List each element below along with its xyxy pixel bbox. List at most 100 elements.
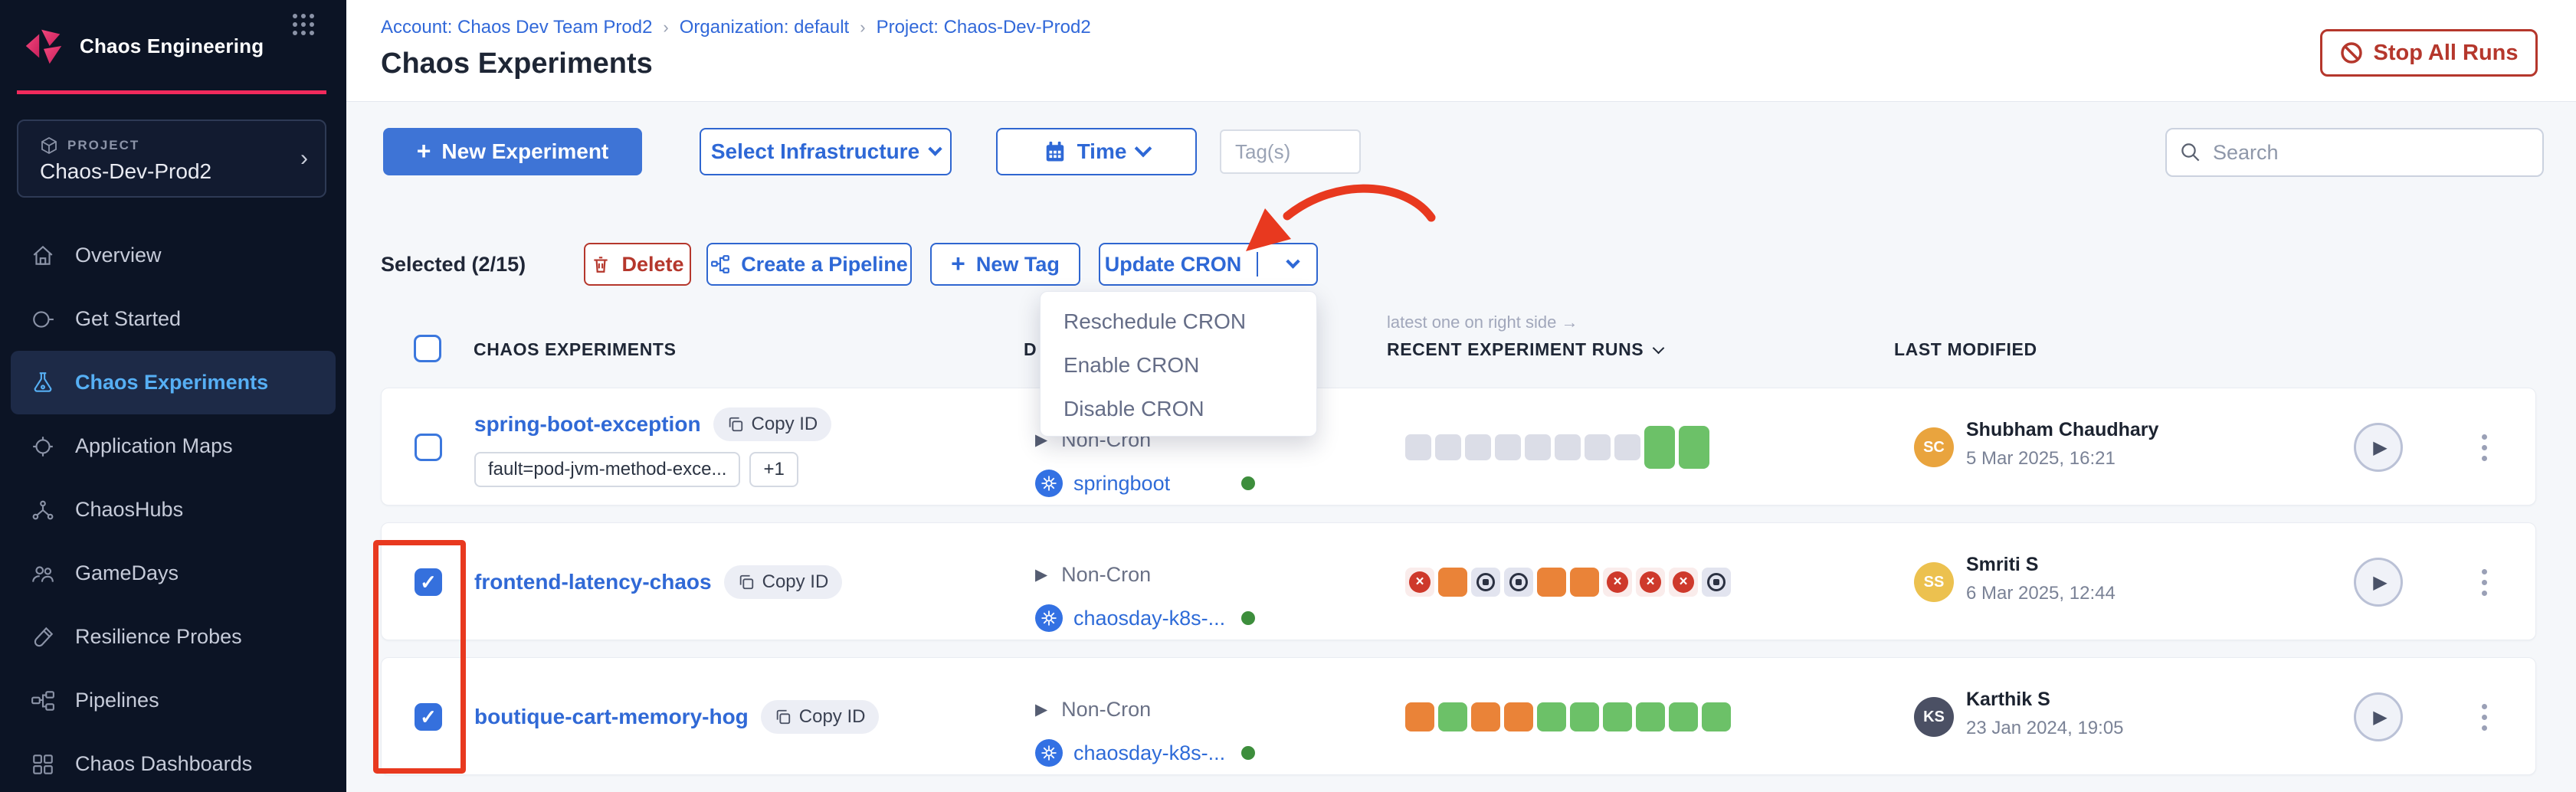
new-experiment-button[interactable]: + New Experiment [383, 128, 642, 175]
run-completed[interactable] [1644, 426, 1675, 469]
run-none[interactable] [1405, 434, 1431, 460]
run-completed[interactable] [1679, 426, 1709, 469]
run-stopped[interactable] [1504, 568, 1533, 597]
copy-id-button[interactable]: Copy ID [713, 407, 832, 441]
sidebar-item-chaos-dashboards[interactable]: Chaos Dashboards [0, 732, 346, 792]
run-none[interactable] [1495, 434, 1521, 460]
menu-item-reschedule-cron[interactable]: Reschedule CRON [1041, 299, 1316, 343]
sidebar-item-overview[interactable]: Overview [0, 224, 346, 287]
column-recent-experiment-runs[interactable]: RECENT EXPERIMENT RUNS [1387, 339, 1663, 360]
row-menu-kebab-icon[interactable] [2475, 424, 2493, 470]
run-completed[interactable] [1603, 702, 1632, 731]
run-completed[interactable] [1570, 702, 1599, 731]
sidebar-item-application-maps[interactable]: Application Maps [0, 414, 346, 478]
sidebar-item-label: Resilience Probes [75, 625, 242, 649]
delete-button[interactable]: Delete [584, 243, 691, 286]
resilience-probes-icon [31, 625, 55, 650]
copy-icon [738, 574, 755, 591]
experiment-name-link[interactable]: frontend-latency-chaos [474, 570, 712, 594]
run-running[interactable] [1570, 568, 1599, 597]
run-completed[interactable] [1537, 702, 1566, 731]
button-divider [1257, 252, 1258, 277]
run-running[interactable] [1438, 568, 1467, 597]
select-all-checkbox[interactable] [414, 335, 441, 362]
infrastructure-link[interactable]: chaosday-k8s-... [1073, 741, 1231, 765]
infrastructure-link[interactable]: chaosday-k8s-... [1073, 607, 1231, 630]
run-none[interactable] [1435, 434, 1461, 460]
run-none[interactable] [1585, 434, 1611, 460]
breadcrumb-org-link[interactable]: Organization: default [680, 17, 849, 38]
sidebar-item-pipelines[interactable]: Pipelines [0, 669, 346, 732]
project-selector[interactable]: PROJECT Chaos-Dev-Prod2 › [17, 119, 326, 198]
run-running[interactable] [1405, 702, 1434, 731]
run-running[interactable] [1471, 702, 1500, 731]
sidebar-item-resilience-probes[interactable]: Resilience Probes [0, 605, 346, 669]
tag-chip[interactable]: fault=pod-jvm-method-exce... [474, 452, 740, 487]
stop-all-runs-button[interactable]: Stop All Runs [2320, 29, 2538, 77]
sidebar-item-gamedays[interactable]: GameDays [0, 542, 346, 605]
run-failed[interactable]: × [1669, 568, 1698, 597]
run-none[interactable] [1525, 434, 1551, 460]
experiment-name-cell: frontend-latency-chaos Copy ID [474, 523, 842, 641]
update-cron-split-button[interactable]: Update CRON [1099, 243, 1318, 286]
row-menu-kebab-icon[interactable] [2475, 559, 2493, 605]
run-completed[interactable] [1438, 702, 1467, 731]
run-none[interactable] [1614, 434, 1640, 460]
breadcrumb-account-link[interactable]: Account: Chaos Dev Team Prod2 [381, 17, 652, 38]
copy-id-button[interactable]: Copy ID [724, 565, 843, 599]
select-infrastructure-dropdown[interactable]: Select Infrastructure [700, 128, 952, 175]
breadcrumb-project-link[interactable]: Project: Chaos-Dev-Prod2 [877, 17, 1091, 38]
infrastructure-row: chaosday-k8s-... [1035, 604, 1255, 632]
experiment-row: ✓ boutique-cart-memory-hog Copy ID ▶ Non… [381, 657, 2536, 775]
calendar-icon [1044, 140, 1067, 163]
run-failed[interactable]: × [1636, 568, 1665, 597]
app-switcher-grid-icon[interactable] [293, 14, 316, 35]
copy-id-label: Copy ID [799, 706, 866, 728]
run-stopped[interactable] [1702, 568, 1731, 597]
run-running[interactable] [1537, 568, 1566, 597]
row-checkbox[interactable] [415, 434, 442, 461]
chevron-down-icon [1653, 342, 1665, 355]
application-maps-icon [31, 434, 55, 459]
runs-order-note: latest one on right side → [1387, 313, 1578, 332]
sidebar-item-chaos-experiments[interactable]: Chaos Experiments [11, 351, 336, 414]
run-experiment-button[interactable]: ▶ [2354, 423, 2403, 472]
new-tag-button[interactable]: + New Tag [930, 243, 1080, 286]
create-pipeline-button[interactable]: Create a Pipeline [706, 243, 912, 286]
row-checkbox[interactable]: ✓ [415, 568, 442, 596]
tags-filter-input[interactable] [1220, 129, 1361, 174]
tag-chip[interactable]: +1 [749, 452, 798, 487]
run-failed[interactable]: × [1603, 568, 1632, 597]
search-input[interactable] [2213, 141, 2530, 165]
time-filter-dropdown[interactable]: Time [996, 128, 1197, 175]
copy-id-button[interactable]: Copy ID [761, 700, 880, 734]
experiment-name-link[interactable]: spring-boot-exception [474, 412, 701, 437]
schedule-cell: ▶ Non-Cron chaosday-k8s-... [1035, 523, 1357, 641]
update-cron-caret[interactable] [1269, 263, 1316, 267]
run-completed[interactable] [1669, 702, 1698, 731]
run-none[interactable] [1555, 434, 1581, 460]
cron-type-row[interactable]: ▶ Non-Cron [1035, 563, 1151, 587]
run-experiment-button[interactable]: ▶ [2354, 558, 2403, 607]
cron-type-row[interactable]: ▶ Non-Cron [1035, 698, 1151, 722]
modified-date: 6 Mar 2025, 12:44 [1966, 583, 2116, 604]
run-running[interactable] [1504, 702, 1533, 731]
sidebar-item-chaoshubs[interactable]: ChaosHubs [0, 478, 346, 542]
menu-item-enable-cron[interactable]: Enable CRON [1041, 343, 1316, 387]
run-experiment-button[interactable]: ▶ [2354, 692, 2403, 741]
run-none[interactable] [1465, 434, 1491, 460]
run-failed[interactable]: × [1405, 568, 1434, 597]
sidebar-item-get-started[interactable]: Get Started [0, 287, 346, 351]
stop-all-runs-label: Stop All Runs [2373, 41, 2518, 66]
tags-row: fault=pod-jvm-method-exce... +1 [474, 452, 831, 487]
run-completed[interactable] [1636, 702, 1665, 731]
infrastructure-link[interactable]: springboot [1073, 472, 1231, 496]
run-stopped[interactable] [1471, 568, 1500, 597]
row-menu-kebab-icon[interactable] [2475, 694, 2493, 740]
experiment-name-link[interactable]: boutique-cart-memory-hog [474, 705, 749, 729]
run-completed[interactable] [1702, 702, 1731, 731]
row-checkbox[interactable]: ✓ [415, 703, 442, 731]
menu-item-disable-cron[interactable]: Disable CRON [1041, 387, 1316, 430]
search-icon [2179, 141, 2202, 164]
recent-runs-strip [1405, 658, 1731, 776]
